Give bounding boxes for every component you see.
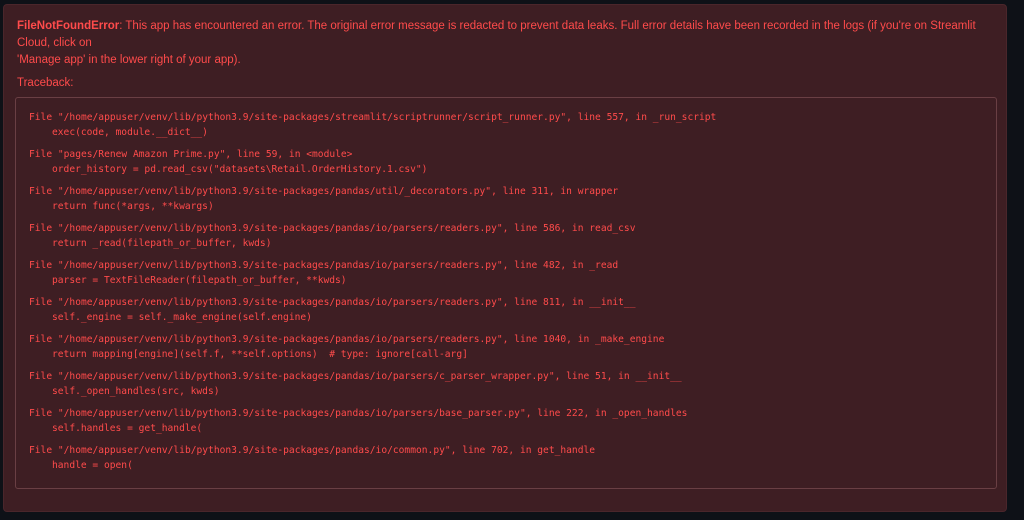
error-message: FileNotFoundError: This app has encounte… <box>17 18 992 69</box>
traceback-frame: File "/home/appuser/venv/lib/python3.9/s… <box>29 369 996 399</box>
frame-code: return _read(filepath_or_buffer, kwds) <box>52 238 272 249</box>
frame-code: self._open_handles(src, kwds) <box>52 386 220 397</box>
traceback-label: Traceback: <box>17 77 74 89</box>
error-message-text-continued: 'Manage app' in the lower right of your … <box>17 54 241 66</box>
frame-code: self.handles = get_handle( <box>52 423 203 434</box>
frame-location: File "pages/Renew Amazon Prime.py", line… <box>29 149 353 160</box>
frame-location: File "/home/appuser/venv/lib/python3.9/s… <box>29 223 636 234</box>
traceback-frame: File "/home/appuser/venv/lib/python3.9/s… <box>29 406 996 436</box>
frame-code: parser = TextFileReader(filepath_or_buff… <box>52 275 347 286</box>
error-panel: FileNotFoundError: This app has encounte… <box>3 4 1007 512</box>
frame-code: exec(code, module.__dict__) <box>52 127 208 138</box>
frame-code: return mapping[engine](self.f, **self.op… <box>52 349 468 360</box>
frame-location: File "/home/appuser/venv/lib/python3.9/s… <box>29 445 596 456</box>
frame-location: File "/home/appuser/venv/lib/python3.9/s… <box>29 408 688 419</box>
frame-code: self._engine = self._make_engine(self.en… <box>52 312 312 323</box>
traceback-frame: File "/home/appuser/venv/lib/python3.9/s… <box>29 258 996 288</box>
traceback-frame: File "/home/appuser/venv/lib/python3.9/s… <box>29 221 996 251</box>
frame-code: order_history = pd.read_csv("datasets\Re… <box>52 164 428 175</box>
traceback-frame: File "pages/Renew Amazon Prime.py", line… <box>29 147 996 177</box>
frame-location: File "/home/appuser/venv/lib/python3.9/s… <box>29 334 665 345</box>
traceback-box: File "/home/appuser/venv/lib/python3.9/s… <box>15 97 997 489</box>
frame-location: File "/home/appuser/venv/lib/python3.9/s… <box>29 260 619 271</box>
traceback-frame: File "/home/appuser/venv/lib/python3.9/s… <box>29 110 996 140</box>
traceback-frame: File "/home/appuser/venv/lib/python3.9/s… <box>29 443 996 473</box>
frame-code: return func(*args, **kwargs) <box>52 201 214 212</box>
frame-location: File "/home/appuser/venv/lib/python3.9/s… <box>29 112 717 123</box>
traceback-frame: File "/home/appuser/venv/lib/python3.9/s… <box>29 332 996 362</box>
frame-code: handle = open( <box>52 460 133 471</box>
error-type: FileNotFoundError <box>17 20 120 32</box>
frame-location: File "/home/appuser/venv/lib/python3.9/s… <box>29 371 682 382</box>
traceback-frame: File "/home/appuser/venv/lib/python3.9/s… <box>29 184 996 214</box>
error-message-text: : This app has encountered an error. The… <box>17 20 976 49</box>
frame-location: File "/home/appuser/venv/lib/python3.9/s… <box>29 186 619 197</box>
frame-location: File "/home/appuser/venv/lib/python3.9/s… <box>29 297 636 308</box>
traceback-frame: File "/home/appuser/venv/lib/python3.9/s… <box>29 295 996 325</box>
